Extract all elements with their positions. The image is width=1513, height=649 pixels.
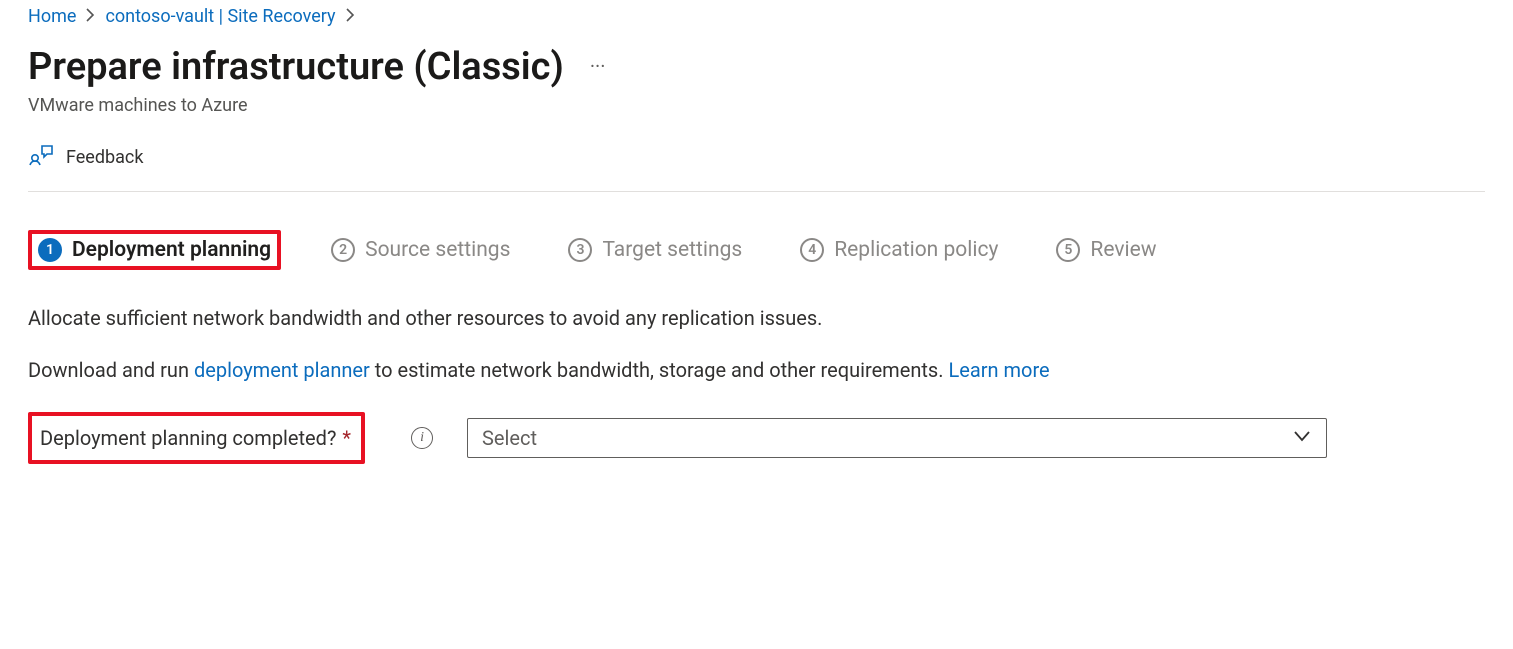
toolbar: Feedback: [28, 144, 1485, 192]
step-label: Source settings: [365, 238, 510, 262]
step-label: Review: [1090, 238, 1156, 262]
step-label: Target settings: [602, 238, 742, 262]
deployment-completed-label: Deployment planning completed? *: [28, 412, 365, 464]
step-replication-policy[interactable]: 4 Replication policy: [792, 232, 1006, 268]
step-number-badge: 5: [1056, 238, 1080, 262]
step-number-badge: 2: [331, 238, 355, 262]
step-number-badge: 1: [38, 238, 62, 262]
deployment-planner-link[interactable]: deployment planner: [194, 358, 370, 382]
breadcrumb: Home contoso-vault | Site Recovery: [28, 6, 1485, 27]
step-review[interactable]: 5 Review: [1048, 232, 1164, 268]
step-deployment-planning[interactable]: 1 Deployment planning: [28, 230, 281, 270]
description-line-1: Allocate sufficient network bandwidth an…: [28, 306, 1485, 330]
breadcrumb-home[interactable]: Home: [28, 6, 76, 27]
chevron-right-icon: [346, 8, 355, 26]
feedback-button[interactable]: Feedback: [28, 144, 143, 171]
text-fragment: Download and run: [28, 358, 194, 382]
form-row-deployment-completed: Deployment planning completed? * i Selec…: [28, 412, 1485, 464]
info-icon[interactable]: i: [411, 427, 433, 449]
step-number-badge: 4: [800, 238, 824, 262]
chevron-down-icon: [1292, 426, 1312, 451]
step-number-badge: 3: [568, 238, 592, 262]
description-line-2: Download and run deployment planner to e…: [28, 358, 1485, 382]
feedback-label: Feedback: [66, 147, 143, 168]
feedback-icon: [28, 144, 54, 171]
step-label: Replication policy: [834, 238, 998, 262]
chevron-right-icon: [86, 8, 95, 26]
text-fragment: to estimate network bandwidth, storage a…: [370, 358, 949, 382]
step-target-settings[interactable]: 3 Target settings: [560, 232, 750, 268]
wizard-steps: 1 Deployment planning 2 Source settings …: [28, 230, 1485, 270]
label-text: Deployment planning completed?: [40, 426, 336, 450]
deployment-completed-select[interactable]: Select: [467, 418, 1327, 458]
breadcrumb-vault[interactable]: contoso-vault | Site Recovery: [105, 6, 335, 27]
page-subtitle: VMware machines to Azure: [28, 95, 1485, 116]
select-placeholder: Select: [482, 426, 537, 450]
required-asterisk: *: [342, 426, 351, 450]
page-title: Prepare infrastructure (Classic): [28, 45, 564, 89]
learn-more-link[interactable]: Learn more: [948, 358, 1049, 382]
step-label: Deployment planning: [72, 238, 271, 262]
step-source-settings[interactable]: 2 Source settings: [323, 232, 518, 268]
more-actions-button[interactable]: ···: [590, 54, 606, 78]
